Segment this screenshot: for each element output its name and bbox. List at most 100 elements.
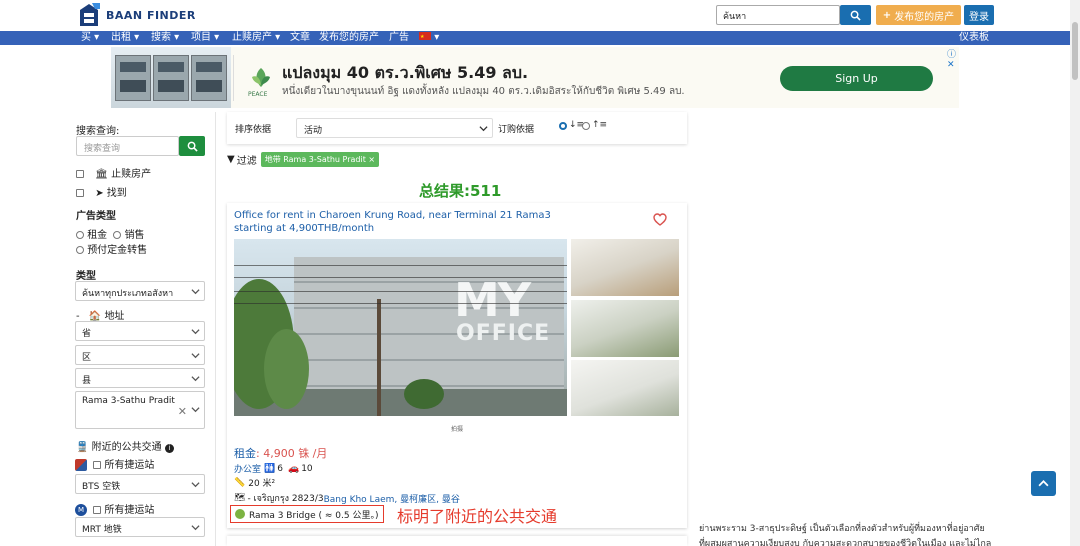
header-search-button[interactable]	[840, 5, 871, 25]
foreclosure-label: 止赎房产	[111, 169, 152, 180]
chevron-down-icon	[479, 126, 488, 132]
location-arrow-icon: ➤	[95, 188, 104, 199]
back-to-top-button[interactable]	[1031, 471, 1056, 496]
nav-item-foreclosure[interactable]: 止赎房产 ▾	[232, 31, 280, 45]
car-icon: 🚗	[287, 463, 300, 474]
photo-caption: 拍摄	[451, 426, 464, 433]
listing-thumb-3[interactable]	[571, 360, 679, 416]
nav-item-buy[interactable]: 买 ▾	[81, 31, 99, 45]
order-label: 订购依据	[498, 125, 535, 135]
sort-bar: 排序依据 活动 订购依据 ↓≡ ↑≡	[227, 112, 687, 144]
filter-label: 过滤	[236, 156, 257, 167]
nearby-transit-box: Rama 3 Bridge ( ≈ 0.5 公里。)	[230, 505, 384, 523]
ad-choices-icon[interactable]: ⓘ ✕	[947, 47, 959, 70]
login-button[interactable]: 登录	[964, 5, 994, 25]
chevron-down-icon	[191, 525, 200, 531]
bts-value: BTS 空铁	[82, 482, 121, 492]
top-header: BAAN FINDER ค้นหา + 发布您的房产 登录	[0, 0, 1070, 31]
district-select[interactable]: 区	[75, 345, 205, 365]
sort-select[interactable]: 活动	[296, 118, 493, 138]
listing-price: 租金: 4,900 铢 /月	[234, 445, 327, 461]
search-icon	[187, 141, 198, 152]
order-desc-radio[interactable]	[559, 122, 567, 130]
province-select[interactable]: 省	[75, 321, 205, 341]
price-value: : 4,900 铢 /月	[256, 447, 328, 460]
presale-radio[interactable]	[76, 246, 84, 254]
ad-type-title: 广告类型	[76, 211, 116, 222]
ad-banner[interactable]: PEACE แปลงมุม 40 ตร.ว.พิเศษ 5.49 ลบ. หนึ…	[111, 47, 959, 108]
chevron-down-icon	[191, 482, 200, 488]
listing-thumb-2[interactable]	[571, 300, 679, 357]
favorite-heart-icon[interactable]	[653, 213, 667, 226]
filter-tag-zone[interactable]: 地带 Rama 3-Sathu Pradit ×	[260, 152, 380, 167]
bts-all-row[interactable]: 所有捷运站	[75, 456, 154, 471]
subdistrict-select[interactable]: 县	[75, 368, 205, 388]
listing-title[interactable]: Office for rent in Charoen Krung Road, n…	[234, 209, 574, 235]
language-arrow: ▾	[434, 32, 440, 43]
nav-item-rent[interactable]: 出租 ▾	[111, 31, 139, 45]
ad-subtitle: หนึ่งเดียวในบางขุนนนท์ อิฐ แดงทั้งหลัง แ…	[282, 86, 685, 97]
parking-count: 10	[301, 463, 313, 474]
area-value: 20 米²	[248, 479, 276, 489]
bts-all-checkbox[interactable]	[93, 461, 102, 469]
nav-item-ads[interactable]: 广告	[389, 31, 409, 45]
district-value: 区	[82, 353, 92, 363]
sort-label: 排序依据	[235, 125, 272, 135]
header-search-input[interactable]: ค้นหา	[716, 5, 840, 25]
foreclosure-checkbox-row[interactable]: 🏛 止赎房产	[76, 165, 151, 180]
presale-label: 预付定金转售	[87, 245, 148, 256]
nav-item-search[interactable]: 搜索 ▾	[151, 31, 179, 45]
scrollbar-thumb[interactable]	[1072, 22, 1078, 80]
nav-item-dashboard[interactable]: 仪表板	[959, 31, 989, 45]
map-route-icon: 🗺	[234, 493, 246, 503]
toilet-icon: 🚻	[264, 463, 276, 474]
ruler-icon: 📏	[234, 477, 246, 488]
sort-asc-icon: ↑≡	[592, 120, 608, 130]
chevron-up-icon	[1038, 480, 1049, 487]
foreclosure-checkbox[interactable]	[76, 170, 84, 178]
listing-card[interactable]: Office for rent in Charoen Krung Road, n…	[227, 203, 687, 528]
find-checkbox[interactable]	[76, 189, 84, 197]
listing-thumb-1[interactable]	[571, 239, 679, 296]
mrt-all-checkbox[interactable]	[93, 506, 102, 514]
nav-item-post-property[interactable]: 发布您的房产	[319, 31, 379, 45]
sidebar-search-button[interactable]	[179, 136, 205, 156]
china-flag-icon	[419, 31, 431, 44]
transit-label: 附近的公共交通	[91, 442, 162, 453]
info-icon[interactable]: i	[164, 444, 174, 453]
sale-radio[interactable]	[113, 231, 122, 239]
page: BAAN FINDER ค้นหา + 发布您的房产 登录 买 ▾ 出租 ▾ 搜…	[0, 0, 1080, 546]
logo-text: BAAN FINDER	[106, 8, 196, 22]
address-title: - 🏠 地址	[76, 307, 124, 322]
location-multiselect[interactable]: Rama 3-Sathu Pradit ✕	[75, 391, 205, 429]
order-asc-radio[interactable]	[582, 122, 590, 130]
building-sign-my: MY	[454, 273, 531, 327]
property-type-link[interactable]: 办公室	[234, 462, 261, 475]
main-nav: 买 ▾ 出租 ▾ 搜索 ▾ 项目 ▾ 止赎房产 ▾ 文章 发布您的房产 广告 ▾…	[0, 31, 1070, 45]
building-sign-office: OFFICE	[456, 321, 551, 346]
post-property-button[interactable]: + 发布您的房产	[876, 5, 961, 25]
bts-select[interactable]: BTS 空铁	[75, 474, 205, 494]
rent-radio[interactable]	[76, 231, 84, 239]
mrt-select[interactable]: MRT 地铁	[75, 517, 205, 537]
find-checkbox-row[interactable]: ➤ 找到	[76, 184, 127, 199]
sale-label: 销售	[124, 230, 145, 241]
logo-icon	[80, 3, 100, 26]
search-query-input[interactable]: 搜索查询	[76, 136, 179, 156]
mrt-all-row[interactable]: M 所有捷运站	[75, 501, 154, 516]
nav-item-projects[interactable]: 项目 ▾	[191, 31, 219, 45]
site-logo[interactable]: BAAN FINDER	[78, 2, 196, 28]
nav-item-language[interactable]: ▾	[419, 31, 439, 45]
type-title: 类型	[76, 271, 96, 282]
presale-option[interactable]: 预付定金转售	[76, 241, 147, 256]
next-listing-card[interactable]	[227, 536, 687, 546]
nav-item-articles[interactable]: 文章	[290, 31, 310, 45]
clear-icon[interactable]: ✕	[178, 405, 187, 418]
page-scrollbar[interactable]	[1070, 0, 1080, 546]
listing-main-photo[interactable]: MY OFFICE	[234, 239, 567, 416]
bts-logo-icon	[75, 459, 87, 471]
post-property-label: 发布您的房产	[894, 11, 955, 23]
ad-signup-button[interactable]: Sign Up	[780, 66, 933, 91]
property-type-select[interactable]: ค้นหาทุกประเภทอสังหา	[75, 281, 205, 301]
ad-title: แปลงมุม 40 ตร.ว.พิเศษ 5.49 ลบ.	[282, 63, 529, 82]
